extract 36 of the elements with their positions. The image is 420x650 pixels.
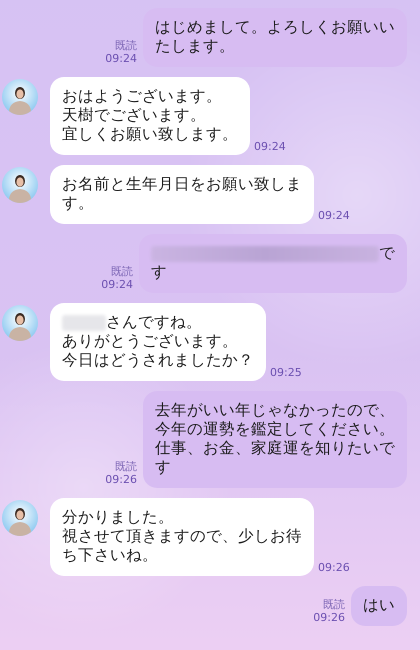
message-text: 今日はどうされましたか？ xyxy=(62,351,254,370)
message-text: ち下さいね。 xyxy=(62,546,158,565)
avatar-icon[interactable] xyxy=(2,500,38,536)
avatar-icon[interactable] xyxy=(2,167,38,203)
avatar-icon[interactable] xyxy=(2,79,38,115)
message-text: お名前と生年月日をお願い致しま xyxy=(62,175,302,194)
message-text: ありがとうございます。 xyxy=(62,332,238,351)
avatar-icon[interactable] xyxy=(2,305,38,341)
message-time: 09:24 xyxy=(101,278,133,291)
message-text: す。 xyxy=(62,194,94,213)
message-text: さんですね。 xyxy=(106,313,202,332)
message-time: 09:24 xyxy=(318,209,350,222)
message-text: はじめまして。よろしくお願いい xyxy=(155,18,395,37)
message-text: 宜しくお願い致します。 xyxy=(62,125,238,144)
message-text: 今年の運勢を鑑定してください。 xyxy=(155,420,395,439)
message-text: す xyxy=(151,263,167,282)
message-text: 仕事、お金、家庭運を知りたいで xyxy=(155,439,395,458)
message-time: 09:26 xyxy=(318,561,350,574)
message-text: す xyxy=(155,458,171,477)
read-receipt: 既読 xyxy=(111,265,133,278)
message-text: 視させて頂きますので、少しお待 xyxy=(62,527,302,546)
message-text: 天樹でございます。 xyxy=(62,106,206,125)
message-time: 09:26 xyxy=(105,473,137,486)
message-time: 09:24 xyxy=(105,52,137,65)
message-text: はい xyxy=(363,596,395,615)
message-time: 09:25 xyxy=(270,366,302,379)
message-text: たします。 xyxy=(155,37,235,56)
message-time: 09:24 xyxy=(254,140,286,153)
message-text: で xyxy=(379,244,395,263)
message-time: 09:26 xyxy=(313,611,345,624)
read-receipt: 既読 xyxy=(115,460,137,473)
read-receipt: 既読 xyxy=(115,39,137,52)
message-text: 去年がいい年じゃなかったので、 xyxy=(155,401,395,420)
read-receipt: 既読 xyxy=(323,598,345,611)
message-text: 分かりました。 xyxy=(62,508,174,527)
message-text: おはようございます。 xyxy=(62,87,222,106)
